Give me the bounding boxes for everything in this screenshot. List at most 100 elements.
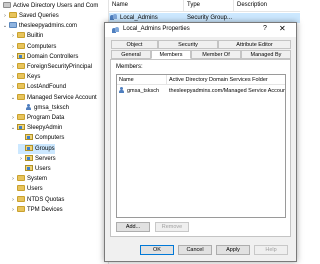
tree-item-builtin[interactable]: › Builtin xyxy=(10,31,43,41)
tree-item-computers[interactable]: › Computers xyxy=(10,42,56,52)
tree-item-ntds-quotas[interactable]: › NTDS Quotas xyxy=(10,195,64,205)
folder-icon xyxy=(17,195,25,202)
ou-icon xyxy=(25,144,33,151)
tree-item-label: Computers xyxy=(35,135,65,142)
tree-item-label: Users xyxy=(35,166,51,172)
ou-icon xyxy=(25,164,33,171)
chevron-right-icon[interactable]: › xyxy=(10,42,16,52)
tree-item-foreignsecurityprincipal[interactable]: › ForeignSecurityPrincipal xyxy=(10,62,92,72)
tab-object[interactable]: Object xyxy=(111,40,158,49)
tree-item-label: SleepyAdmin xyxy=(27,125,63,132)
tree-item-servers[interactable]: › Servers xyxy=(18,154,56,164)
tree-item-label: Builtin xyxy=(27,33,44,40)
tree-item-label: ForeignSecurityPrincipal xyxy=(27,64,93,70)
members-tab-panel: Members: Name Active Directory Domain Se… xyxy=(110,59,291,237)
tab-attribute-editor[interactable]: Attribute Editor xyxy=(218,40,291,49)
tab-member-of[interactable]: Member Of xyxy=(191,50,241,59)
apply-button[interactable]: Apply xyxy=(216,245,250,255)
tree-root[interactable]: Active Directory Users and Com xyxy=(2,1,98,11)
chevron-right-icon[interactable]: › xyxy=(10,52,16,62)
console-tree[interactable]: Active Directory Users and Com › Saved Qu… xyxy=(0,0,109,264)
help-icon[interactable]: ? xyxy=(263,25,267,32)
ou-icon xyxy=(17,124,25,131)
tree-item-computers[interactable]: Computers xyxy=(18,133,64,143)
chevron-right-icon[interactable]: › xyxy=(10,72,16,82)
tree-item-users[interactable]: Users xyxy=(10,184,43,194)
user-icon xyxy=(26,103,32,110)
tree-item-label: Domain Controllers xyxy=(27,53,79,60)
ou-icon xyxy=(17,52,25,59)
folder-icon xyxy=(17,73,25,80)
chevron-right-icon[interactable]: › xyxy=(2,11,8,21)
tree-item-label: Groups xyxy=(35,145,55,152)
column-header-name[interactable]: Name xyxy=(109,0,184,11)
member-name: gmsa_tsksch xyxy=(127,88,160,94)
tree-item-label: Servers xyxy=(35,155,56,162)
ou-icon xyxy=(25,154,33,161)
tab-members[interactable]: Members xyxy=(151,50,191,59)
tree-item-users[interactable]: Users xyxy=(18,164,51,174)
help-button[interactable]: Help xyxy=(254,245,288,255)
chevron-right-icon[interactable]: › xyxy=(10,205,16,215)
tree-item-saved-queries[interactable]: › Saved Queries xyxy=(2,11,59,21)
tree-item-groups[interactable]: Groups xyxy=(18,143,55,154)
member-column-name[interactable]: Name xyxy=(117,75,167,85)
tree-item-tpm-devices[interactable]: › TPM Devices xyxy=(10,205,63,215)
column-header-description[interactable]: Description xyxy=(234,0,300,11)
chevron-right-icon[interactable]: › xyxy=(10,62,16,72)
tree-item-program-data[interactable]: › Program Data xyxy=(10,113,64,123)
tab-managed-by[interactable]: Managed By xyxy=(241,50,291,59)
folder-icon xyxy=(17,205,25,212)
folder-icon xyxy=(9,11,17,18)
remove-member-button[interactable]: Remove xyxy=(155,222,189,232)
tree-item-label: TPM Devices xyxy=(27,206,63,213)
chevron-right-icon[interactable]: › xyxy=(10,113,16,123)
tree-item-label: Saved Queries xyxy=(19,13,59,19)
tree-item-keys[interactable]: › Keys xyxy=(10,72,40,82)
members-label: Members: xyxy=(116,64,143,70)
tree-item-system[interactable]: › System xyxy=(10,174,47,184)
members-list[interactable]: Name Active Directory Domain Services Fo… xyxy=(116,74,286,218)
dialog-title-bar[interactable]: Local_Admins Properties ? ✕ xyxy=(105,23,296,37)
chevron-right-icon[interactable]: › xyxy=(10,31,16,41)
domain-icon xyxy=(9,22,17,29)
tab-security[interactable]: Security xyxy=(158,40,218,49)
tree-item-label: thesleepyadmins.com xyxy=(19,23,78,30)
group-icon xyxy=(110,13,118,20)
tree-item-lostandfound[interactable]: › LostAndFound xyxy=(10,82,66,92)
tree-item-sleepyadmin[interactable]: ⌄ SleepyAdmin xyxy=(10,123,62,133)
chevron-down-icon[interactable]: ⌄ xyxy=(10,123,16,133)
tree-item-gmsa-tsksch[interactable]: gmsa_tsksch xyxy=(18,103,69,113)
chevron-right-icon[interactable]: › xyxy=(18,154,24,164)
member-row[interactable]: gmsa_tsksch thesleepyadmins.com/Managed … xyxy=(117,86,285,96)
member-folder: thesleepyadmins.com/Managed Service Acco… xyxy=(169,88,285,94)
properties-dialog: Local_Admins Properties ? ✕ Object Secur… xyxy=(104,22,297,262)
tree-item-domain-controllers[interactable]: › Domain Controllers xyxy=(10,52,78,62)
tree-item-label: Computers xyxy=(27,43,57,50)
add-member-button[interactable]: Add... xyxy=(116,222,150,232)
tree-item-thesleepyadmins-com[interactable]: ⌄ thesleepyadmins.com xyxy=(2,21,77,31)
folder-icon xyxy=(17,175,25,182)
tree-item-managed-service-account[interactable]: ⌄ Managed Service Account xyxy=(10,93,97,103)
folder-icon xyxy=(17,32,25,39)
chevron-down-icon[interactable]: ⌄ xyxy=(10,93,16,103)
tree-root-label: Active Directory Users and Com xyxy=(13,3,99,9)
chevron-down-icon[interactable]: ⌄ xyxy=(2,21,8,31)
chevron-right-icon[interactable]: › xyxy=(10,174,16,184)
console-root-icon xyxy=(3,1,11,8)
close-icon[interactable]: ✕ xyxy=(279,24,286,33)
column-header-type[interactable]: Type xyxy=(184,0,234,11)
tree-item-label: NTDS Quotas xyxy=(27,196,65,203)
tree-item-label: Managed Service Account xyxy=(27,94,97,101)
ou-icon xyxy=(25,134,33,141)
member-column-folder[interactable]: Active Directory Domain Services Folder xyxy=(167,75,285,85)
list-item-name: Local_Admins xyxy=(120,15,158,21)
chevron-right-icon[interactable]: › xyxy=(10,82,16,92)
chevron-right-icon[interactable]: › xyxy=(10,195,16,205)
ok-button[interactable]: OK xyxy=(140,245,174,255)
tab-general[interactable]: General xyxy=(111,50,151,59)
tree-item-label: gmsa_tsksch xyxy=(34,104,70,111)
cancel-button[interactable]: Cancel xyxy=(178,245,212,255)
tree-item-label: System xyxy=(27,176,48,183)
object-list-header: Name Type Description xyxy=(109,0,300,12)
